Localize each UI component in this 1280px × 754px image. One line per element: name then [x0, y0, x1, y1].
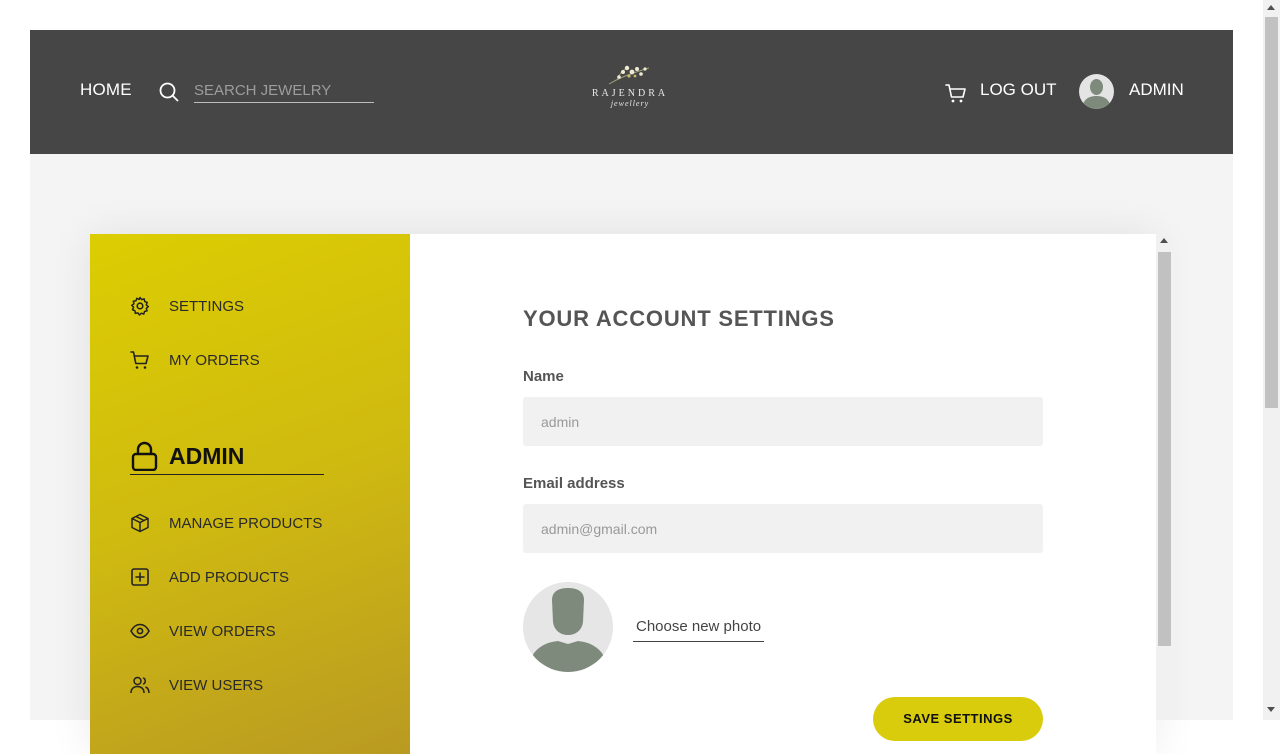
logo-name: RAJENDRA — [591, 88, 669, 99]
sidebar-item-view-users[interactable]: VIEW USERS — [130, 675, 263, 695]
flower-branch-icon — [608, 65, 650, 85]
profile-photo — [523, 582, 613, 672]
logo-subtitle: jewellery — [610, 99, 650, 108]
admin-section-heading: ADMIN — [130, 438, 324, 475]
user-name-link[interactable]: ADMIN — [1129, 80, 1184, 100]
sidebar-item-view-orders[interactable]: VIEW ORDERS — [130, 621, 276, 641]
top-navbar: HOME RAJENDRA jewellery — [30, 30, 1233, 154]
avatar[interactable] — [1079, 74, 1114, 109]
lock-icon — [131, 441, 158, 471]
scrollbar-thumb[interactable] — [1158, 252, 1171, 646]
sidebar-item-label: SETTINGS — [169, 297, 245, 315]
scrollbar-thumb[interactable] — [1265, 17, 1278, 408]
sidebar-item-label: MY ORDERS — [169, 351, 260, 369]
sidebar-item-settings[interactable]: SETTINGS — [130, 296, 244, 316]
page-title: YOUR ACCOUNT SETTINGS — [523, 306, 835, 331]
search-icon[interactable] — [159, 82, 179, 102]
sidebar-item-my-orders[interactable]: MY ORDERS — [130, 350, 260, 370]
eye-icon — [130, 623, 150, 639]
user-silhouette-icon — [1082, 79, 1111, 109]
save-settings-button[interactable]: SAVE SETTINGS — [873, 697, 1043, 741]
scroll-up-arrow-icon[interactable] — [1160, 238, 1168, 243]
settings-panel: SETTINGS MY ORDERS ADMIN MANAGE PRODUCTS… — [90, 234, 1156, 754]
sidebar: SETTINGS MY ORDERS ADMIN MANAGE PRODUCTS… — [90, 234, 410, 754]
scroll-down-arrow-icon[interactable] — [1267, 707, 1275, 712]
cart-icon[interactable] — [945, 82, 967, 104]
settings-content: YOUR ACCOUNT SETTINGS Name Email address… — [410, 234, 1156, 754]
user-silhouette-icon — [528, 588, 608, 672]
gear-icon — [131, 296, 150, 316]
email-field[interactable] — [523, 504, 1043, 553]
panel-scrollbar[interactable] — [1156, 234, 1173, 720]
choose-photo-link[interactable]: Choose new photo — [633, 618, 765, 642]
box-icon — [131, 513, 149, 533]
sidebar-item-label: MANAGE PRODUCTS — [169, 514, 323, 532]
name-label: Name — [523, 368, 564, 385]
logout-link[interactable]: LOG OUT — [980, 80, 1057, 100]
sidebar-item-label: VIEW USERS — [169, 676, 264, 694]
scroll-up-arrow-icon[interactable] — [1267, 5, 1275, 10]
name-field[interactable] — [523, 397, 1043, 446]
cart-icon — [130, 351, 149, 369]
admin-heading-text: ADMIN — [169, 442, 245, 469]
email-label: Email address — [523, 475, 625, 492]
nav-home-link[interactable]: HOME — [80, 80, 132, 100]
sidebar-item-manage-products[interactable]: MANAGE PRODUCTS — [130, 513, 322, 533]
users-icon — [130, 676, 150, 694]
page-background: HOME RAJENDRA jewellery — [30, 30, 1233, 754]
window-scrollbar[interactable] — [1263, 0, 1280, 720]
search-input[interactable] — [194, 78, 374, 103]
sidebar-item-label: VIEW ORDERS — [169, 622, 276, 640]
plus-square-icon — [131, 568, 149, 586]
brand-logo[interactable]: RAJENDRA jewellery — [590, 60, 670, 120]
sidebar-item-label: ADD PRODUCTS — [169, 568, 290, 586]
sidebar-item-add-products[interactable]: ADD PRODUCTS — [130, 567, 289, 587]
